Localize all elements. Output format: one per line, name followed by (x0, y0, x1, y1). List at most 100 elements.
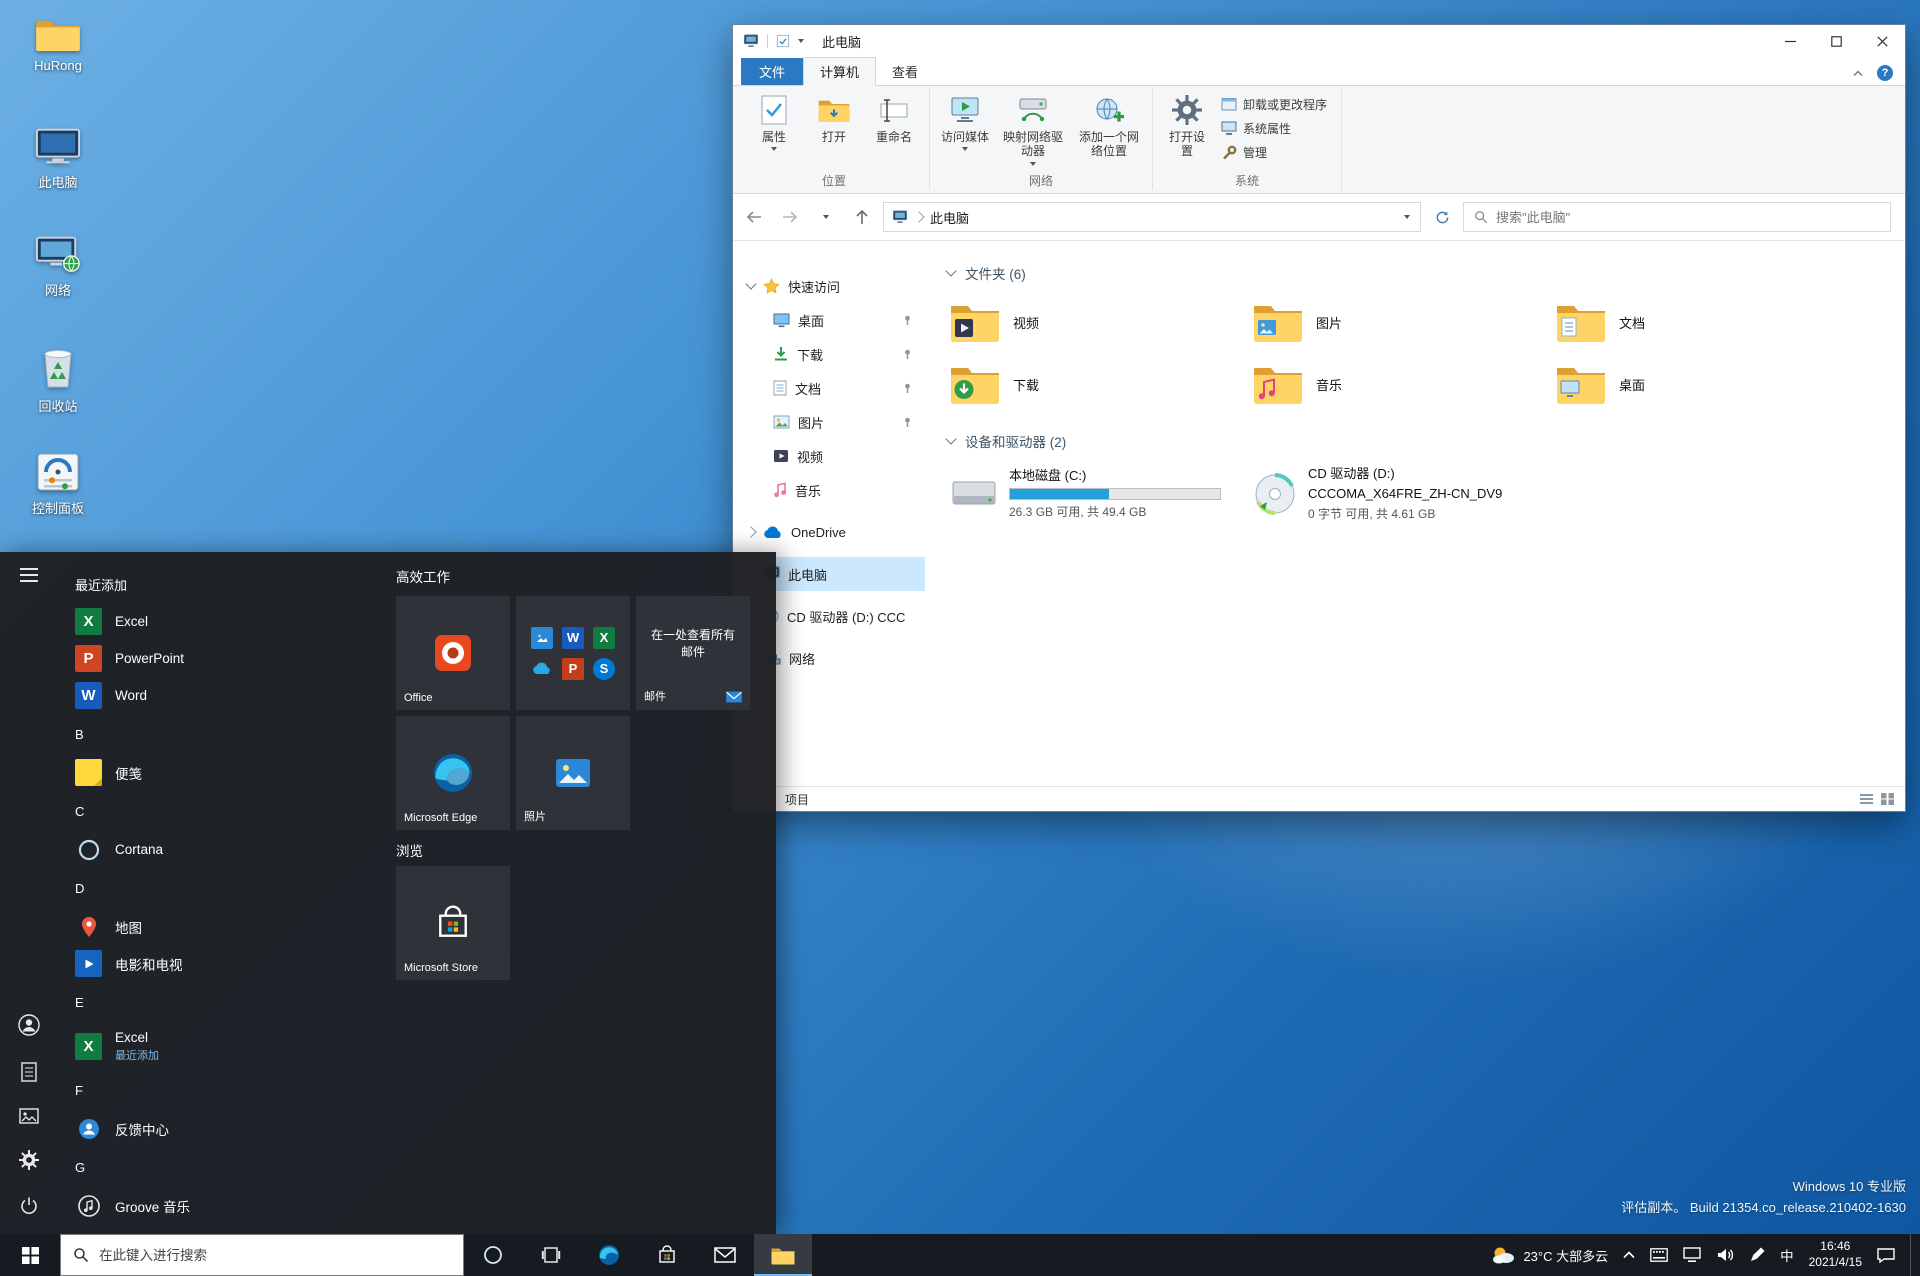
recent-locations-dropdown[interactable] (811, 202, 841, 232)
file-explorer-taskbar-button[interactable] (754, 1234, 812, 1276)
nav-quick-access[interactable]: 快速访问 (733, 269, 925, 303)
nav-documents[interactable]: 文档 (733, 371, 925, 405)
manage-button[interactable]: 管理 (1217, 142, 1335, 163)
volume-icon[interactable] (1716, 1247, 1734, 1263)
taskbar-search-box[interactable] (60, 1234, 464, 1276)
edge-taskbar-button[interactable] (580, 1234, 638, 1276)
tile-office[interactable]: Office (396, 596, 510, 710)
section-header-devices[interactable]: 设备和驱动器 (2) (939, 425, 1905, 459)
help-icon[interactable]: ? (1877, 65, 1893, 81)
mail-taskbar-button[interactable] (696, 1234, 754, 1276)
map-drive-button[interactable]: 映射网络驱动器 (996, 88, 1070, 171)
rename-button[interactable]: 重命名 (865, 88, 923, 171)
back-button[interactable] (739, 202, 769, 232)
thumbnail-view-icon[interactable] (1880, 792, 1895, 806)
show-desktop-button[interactable] (1910, 1234, 1916, 1276)
app-sticky-notes[interactable]: 便笺 (58, 754, 394, 791)
hamburger-menu-icon[interactable] (20, 568, 38, 582)
settings-gear-icon[interactable] (19, 1150, 39, 1170)
open-settings-button[interactable]: 打开设置 (1159, 88, 1215, 171)
qat-properties-icon[interactable] (776, 34, 790, 48)
pictures-icon[interactable] (19, 1108, 39, 1124)
letter-header-e[interactable]: E (58, 982, 394, 1022)
letter-header-g[interactable]: G (58, 1147, 394, 1187)
desktop-icon-recycle-bin[interactable]: 回收站 (10, 346, 106, 415)
tile-mail[interactable]: 在一处查看所有邮件 邮件 (636, 596, 750, 710)
letter-header-h[interactable]: H (58, 1224, 394, 1234)
app-excel-recent[interactable]: X Excel 最近添加 (58, 1022, 394, 1070)
uninstall-button[interactable]: 卸载或更改程序 (1217, 94, 1335, 115)
app-cortana[interactable]: Cortana (58, 831, 394, 868)
folder-tile-desktop[interactable]: 桌面 (1555, 353, 1858, 415)
open-button[interactable]: 打开 (805, 88, 863, 171)
network-status-icon[interactable] (1683, 1247, 1701, 1263)
folder-tile-pictures[interactable]: 图片 (1252, 291, 1555, 353)
desktop-icon-network[interactable]: 网络 (10, 234, 106, 299)
drive-c-tile[interactable]: 本地磁盘 (C:) 26.3 GB 可用, 共 49.4 GB (949, 459, 1252, 529)
power-icon[interactable] (19, 1196, 39, 1216)
tab-file[interactable]: 文件 (741, 58, 804, 85)
task-view-button[interactable] (522, 1234, 580, 1276)
action-center-icon[interactable] (1877, 1247, 1895, 1263)
letter-header-c[interactable]: C (58, 791, 394, 831)
app-feedback-hub[interactable]: 反馈中心 (58, 1110, 394, 1147)
system-properties-button[interactable]: 系统属性 (1217, 118, 1335, 139)
start-button[interactable] (0, 1234, 60, 1276)
weather-widget[interactable]: 23°C 大部多云 (1491, 1245, 1608, 1265)
app-movies-tv[interactable]: 电影和电视 (58, 945, 394, 982)
chevron-down-icon[interactable] (745, 278, 757, 290)
tile-photos[interactable]: 照片 (516, 716, 630, 830)
touch-keyboard-icon[interactable] (1650, 1248, 1668, 1262)
hidden-icons-chevron-icon[interactable] (1623, 1251, 1635, 1259)
letter-header-d[interactable]: D (58, 868, 394, 908)
nav-pictures[interactable]: 图片 (733, 405, 925, 439)
folder-tile-videos[interactable]: 视频 (949, 291, 1252, 353)
tile-office-apps-group[interactable]: W X P S (516, 596, 630, 710)
qat-dropdown-icon[interactable] (798, 39, 804, 43)
desktop-icon-this-pc[interactable]: 此电脑 (10, 126, 106, 191)
app-word[interactable]: W Word (58, 677, 394, 714)
user-account-icon[interactable] (18, 1014, 40, 1036)
taskbar-search-input[interactable] (99, 1247, 451, 1263)
nav-music[interactable]: 音乐 (733, 473, 925, 507)
address-bar[interactable]: 此电脑 (883, 202, 1421, 232)
tile-microsoft-store[interactable]: Microsoft Store (396, 866, 510, 980)
explorer-search-input[interactable] (1496, 209, 1880, 225)
store-taskbar-button[interactable] (638, 1234, 696, 1276)
nav-desktop[interactable]: 桌面 (733, 303, 925, 337)
access-media-button[interactable]: 访问媒体 (936, 88, 994, 171)
desktop-icon-hurong[interactable]: HuRong (10, 16, 106, 73)
tab-computer[interactable]: 计算机 (803, 57, 877, 86)
nav-videos[interactable]: 视频 (733, 439, 925, 473)
chevron-right-icon[interactable] (745, 526, 757, 538)
desktop-icon-control-panel[interactable]: 控制面板 (10, 452, 106, 517)
up-button[interactable] (847, 202, 877, 232)
details-view-icon[interactable] (1859, 792, 1874, 806)
pen-icon[interactable] (1749, 1247, 1765, 1263)
nav-onedrive[interactable]: OneDrive (733, 515, 925, 549)
properties-button[interactable]: 属性 (745, 88, 803, 171)
app-groove-music[interactable]: Groove 音乐 (58, 1187, 394, 1224)
section-header-folders[interactable]: 文件夹 (6) (939, 257, 1905, 291)
folder-tile-music[interactable]: 音乐 (1252, 353, 1555, 415)
refresh-button[interactable] (1427, 202, 1457, 232)
forward-button[interactable] (775, 202, 805, 232)
cortana-button[interactable] (464, 1234, 522, 1276)
nav-downloads[interactable]: 下载 (733, 337, 925, 371)
letter-header-f[interactable]: F (58, 1070, 394, 1110)
folder-tile-downloads[interactable]: 下载 (949, 353, 1252, 415)
close-button[interactable] (1859, 25, 1905, 57)
ime-indicator[interactable]: 中 (1780, 1245, 1794, 1265)
title-bar[interactable]: 此电脑 (733, 25, 1905, 57)
clock[interactable]: 16:46 2021/4/15 (1809, 1239, 1862, 1270)
maximize-button[interactable] (1813, 25, 1859, 57)
tile-edge[interactable]: Microsoft Edge (396, 716, 510, 830)
tab-view[interactable]: 查看 (876, 58, 934, 85)
breadcrumb-location[interactable]: 此电脑 (930, 208, 969, 227)
drive-d-tile[interactable]: CD 驱动器 (D:) CCCOMA_X64FRE_ZH-CN_DV9 0 字节… (1252, 459, 1555, 529)
folder-tile-documents[interactable]: 文档 (1555, 291, 1858, 353)
minimize-button[interactable] (1767, 25, 1813, 57)
app-powerpoint[interactable]: P PowerPoint (58, 640, 394, 677)
documents-icon[interactable] (21, 1062, 37, 1082)
explorer-search-box[interactable] (1463, 202, 1891, 232)
